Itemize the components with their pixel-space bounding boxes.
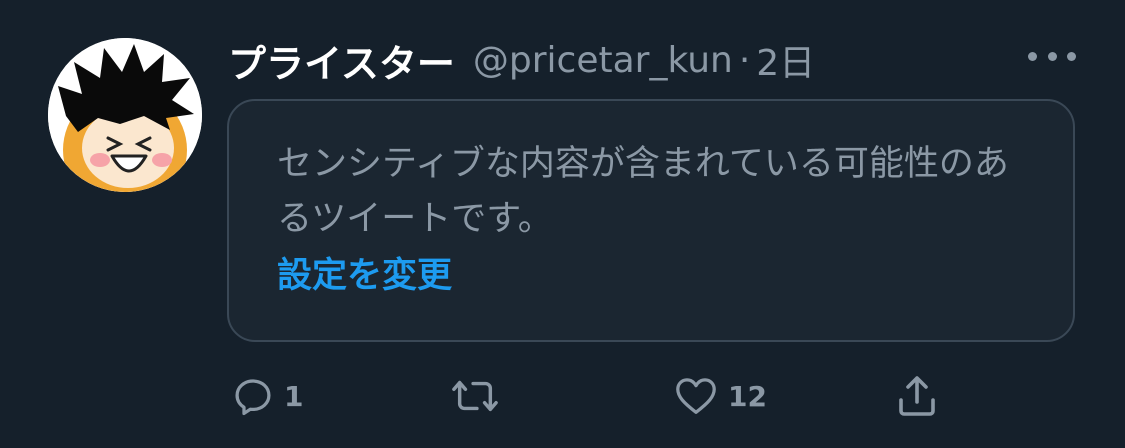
sensitive-content-notice: センシティブな内容が含まれている可能性のあるツイートです。 設定を変更 — [227, 99, 1075, 342]
tweet-header: プライスター @pricetar_kun · 2日 — [228, 30, 815, 90]
avatar-illustration — [48, 38, 202, 192]
more-horizontal-icon[interactable] — [1028, 42, 1076, 70]
reply-button[interactable]: 1 — [230, 368, 303, 424]
more-dot — [1047, 51, 1057, 61]
notice-message: センシティブな内容が含まれている可能性のあるツイートです。 — [277, 144, 1009, 239]
change-settings-link[interactable]: 設定を変更 — [277, 249, 452, 304]
action-bar: 1 12 — [0, 368, 1125, 424]
like-count: 12 — [728, 379, 767, 413]
more-dot — [1028, 51, 1037, 61]
avatar[interactable] — [48, 38, 202, 192]
user-handle[interactable]: @pricetar_kun — [473, 40, 733, 81]
timestamp[interactable]: 2日 — [756, 34, 815, 86]
tweet[interactable]: プライスター @pricetar_kun · 2日 センシティブな内容が含まれて… — [0, 0, 1125, 448]
heart-icon — [676, 378, 716, 414]
separator-dot: · — [738, 39, 751, 81]
retweet-icon — [452, 380, 498, 412]
share-button[interactable] — [892, 368, 942, 424]
reply-icon — [235, 379, 271, 416]
more-dot — [1067, 51, 1076, 61]
like-button[interactable]: 12 — [672, 368, 767, 424]
retweet-button[interactable] — [450, 368, 508, 424]
reply-count: 1 — [284, 379, 304, 413]
display-name[interactable]: プライスター — [228, 33, 455, 88]
share-icon — [899, 376, 935, 416]
